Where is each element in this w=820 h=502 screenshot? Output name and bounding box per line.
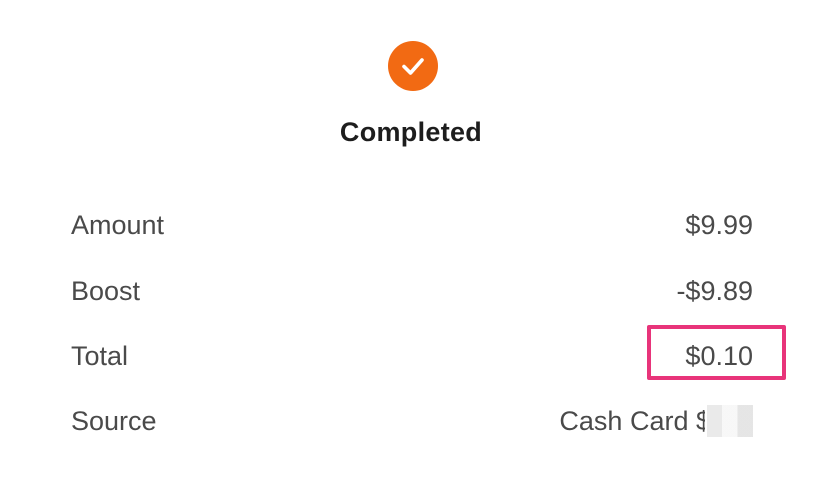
- source-partial-digit: $: [696, 406, 705, 436]
- amount-value: $9.99: [685, 210, 753, 240]
- source-card-name: Cash Card: [559, 406, 689, 436]
- boost-label: Boost: [71, 276, 141, 306]
- amount-label: Amount: [71, 210, 165, 240]
- checkmark-icon: [402, 58, 424, 75]
- total-highlight-box: [647, 325, 786, 380]
- redacted-card-digits: [707, 404, 753, 437]
- detail-row-amount: Amount $9.99: [71, 205, 753, 245]
- detail-row-source: Source Cash Card $: [71, 401, 753, 441]
- source-value: Cash Card $: [559, 401, 753, 441]
- detail-row-boost: Boost -$9.89: [71, 271, 753, 311]
- source-label: Source: [71, 406, 157, 436]
- status-title: Completed: [339, 117, 483, 147]
- check-circle-icon: [388, 41, 438, 91]
- total-label: Total: [71, 341, 129, 371]
- boost-value: -$9.89: [676, 276, 753, 306]
